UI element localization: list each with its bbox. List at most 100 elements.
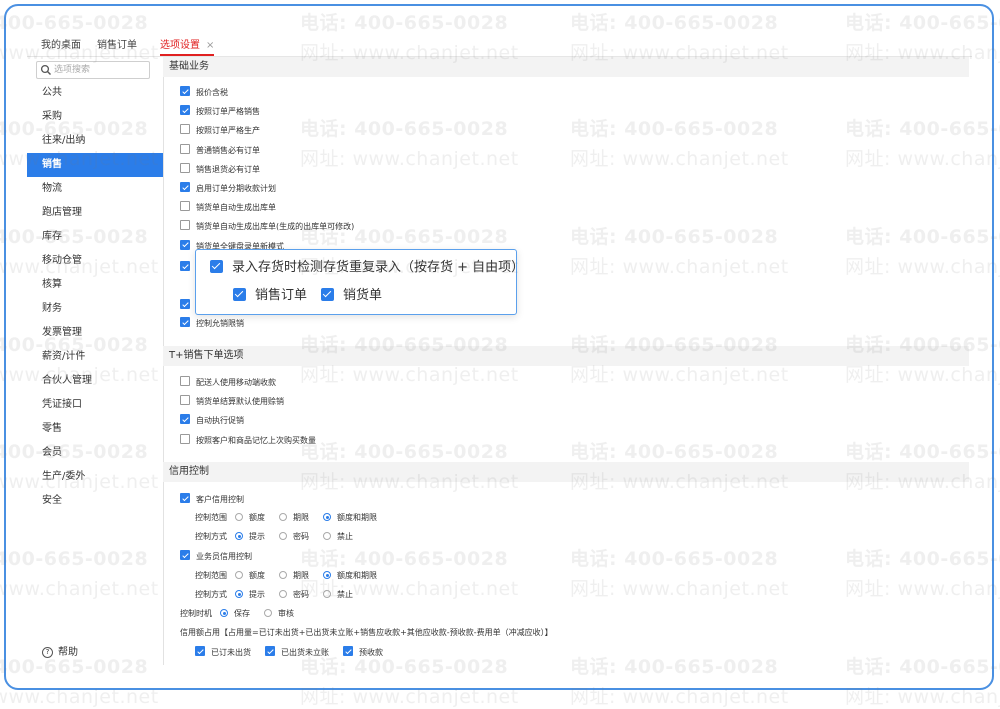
- radio-option[interactable]: 密码: [279, 589, 309, 601]
- sidebar-item[interactable]: 会员: [27, 441, 163, 465]
- radio-option[interactable]: 额度和期限: [323, 512, 377, 524]
- sidebar-item[interactable]: 财务: [27, 297, 163, 321]
- formula-checkbox[interactable]: [195, 646, 205, 656]
- radio-option[interactable]: 期限: [279, 570, 309, 582]
- option-row[interactable]: 配送人使用移动端收款: [180, 376, 276, 389]
- option-checkbox[interactable]: [180, 124, 190, 135]
- tab-my-desktop[interactable]: 我的桌面: [41, 36, 81, 56]
- formula-checkbox[interactable]: [343, 646, 353, 656]
- radio-option[interactable]: 密码: [279, 531, 309, 543]
- radio-button[interactable]: [279, 571, 287, 579]
- option-row[interactable]: 销售退货必有订单: [180, 162, 260, 176]
- option-row[interactable]: 销货单自动生成出库单(生成的出库单可修改): [180, 220, 354, 233]
- option-row[interactable]: 销货单自动生成出库单: [180, 201, 276, 214]
- option-checkbox[interactable]: [180, 182, 190, 192]
- customer-credit-checkbox[interactable]: [180, 493, 190, 503]
- sidebar-item[interactable]: 采购: [27, 105, 163, 129]
- radio-button[interactable]: [279, 513, 287, 521]
- customer-credit-control-option[interactable]: 客户信用控制: [180, 493, 244, 506]
- salesman-credit-control-option[interactable]: 业务员信用控制: [180, 550, 252, 563]
- option-row[interactable]: 按照订单严格生产: [180, 124, 260, 137]
- radio-option[interactable]: 额度: [235, 512, 265, 524]
- sidebar-item[interactable]: 物流: [27, 177, 163, 201]
- radio-option[interactable]: 审核: [264, 608, 294, 620]
- option-row[interactable]: 销货单结算默认使用赊销: [180, 395, 284, 408]
- option-checkbox[interactable]: [180, 162, 190, 173]
- salesman-credit-checkbox[interactable]: [180, 550, 190, 560]
- option-checkbox[interactable]: [180, 220, 190, 231]
- radio-button[interactable]: [235, 513, 243, 521]
- option-checkbox[interactable]: [180, 105, 190, 116]
- sidebar-item[interactable]: 跑店管理: [27, 201, 163, 225]
- tab-option-settings[interactable]: 选项设置 ×: [160, 36, 215, 56]
- option-row[interactable]: 按照订单严格销售: [180, 105, 260, 118]
- option-row[interactable]: 控制允销限销: [180, 317, 244, 330]
- radio-option[interactable]: 禁止: [323, 589, 353, 601]
- sidebar-item[interactable]: 安全: [27, 489, 163, 513]
- sidebar-item[interactable]: 发票管理: [27, 321, 163, 345]
- option-row[interactable]: [180, 261, 196, 274]
- option-checkbox[interactable]: [180, 395, 190, 406]
- radio-option[interactable]: 额度和期限: [323, 570, 377, 582]
- option-checkbox[interactable]: [180, 261, 190, 271]
- option-row[interactable]: 启用订单分期收款计划: [180, 182, 276, 195]
- sidebar-item[interactable]: 薪资/计件: [27, 345, 163, 369]
- option-checkbox[interactable]: [180, 143, 190, 154]
- radio-button[interactable]: [323, 590, 331, 598]
- option-row[interactable]: 自动执行促销: [180, 414, 244, 427]
- radio-button[interactable]: [323, 571, 331, 579]
- formula-checkbox[interactable]: [265, 646, 275, 656]
- formula-option[interactable]: 已出货未立账: [265, 646, 329, 657]
- option-checkbox[interactable]: [180, 201, 190, 212]
- option-row[interactable]: [180, 299, 196, 312]
- radio-button[interactable]: [235, 590, 243, 598]
- popup-sales-invoice-checkbox[interactable]: [321, 288, 334, 301]
- sidebar-item[interactable]: 零售: [27, 417, 163, 441]
- radio-button[interactable]: [264, 609, 272, 617]
- popup-sales-order-checkbox[interactable]: [233, 288, 246, 301]
- option-row[interactable]: 按照客户和商品记忆上次购买数量: [180, 433, 316, 447]
- sidebar-item[interactable]: 生产/委外: [27, 465, 163, 489]
- sidebar-item[interactable]: 核算: [27, 273, 163, 297]
- radio-option[interactable]: 禁止: [323, 531, 353, 543]
- search-input[interactable]: 选项搜索: [36, 61, 150, 79]
- radio-button[interactable]: [235, 571, 243, 579]
- option-checkbox[interactable]: [180, 299, 190, 309]
- sidebar-item[interactable]: 库存: [27, 225, 163, 249]
- radio-option[interactable]: 提示: [235, 589, 265, 601]
- customer-range-radio-group: 控制范围 额度 期限 额度和期限: [195, 512, 391, 524]
- popup-sales-order-option[interactable]: 销售订单: [233, 287, 307, 305]
- sidebar-item[interactable]: 移动仓管: [27, 249, 163, 273]
- option-row[interactable]: 报价含税: [180, 86, 228, 99]
- formula-option[interactable]: 预收款: [343, 646, 383, 657]
- duplicate-check-option[interactable]: 录入存货时检测存货重复录入（按存货 + 自由项）: [210, 259, 524, 277]
- radio-button[interactable]: [323, 532, 331, 540]
- help-link[interactable]: ? 帮助: [42, 645, 78, 661]
- sidebar-item[interactable]: 往来/出纳: [27, 129, 163, 153]
- radio-button[interactable]: [323, 513, 331, 521]
- option-checkbox[interactable]: [180, 317, 190, 327]
- radio-button[interactable]: [235, 532, 243, 540]
- radio-option[interactable]: 提示: [235, 531, 265, 543]
- radio-button[interactable]: [279, 590, 287, 598]
- radio-button[interactable]: [279, 532, 287, 540]
- radio-button[interactable]: [220, 609, 228, 617]
- sidebar-item[interactable]: 销售: [27, 153, 163, 177]
- radio-option[interactable]: 期限: [279, 512, 309, 524]
- option-row[interactable]: 普通销售必有订单: [180, 143, 260, 157]
- radio-option[interactable]: 额度: [235, 570, 265, 582]
- option-checkbox[interactable]: [180, 414, 190, 425]
- radio-option[interactable]: 保存: [220, 608, 250, 620]
- tab-sales-order[interactable]: 销售订单: [97, 36, 137, 56]
- formula-option[interactable]: 已订未出货: [195, 646, 251, 657]
- sidebar-item[interactable]: 凭证接口: [27, 393, 163, 417]
- option-checkbox[interactable]: [180, 86, 190, 96]
- duplicate-check-checkbox[interactable]: [210, 260, 223, 273]
- option-checkbox[interactable]: [180, 376, 190, 386]
- sidebar-item[interactable]: 合伙人管理: [27, 369, 163, 393]
- tab-close-icon[interactable]: ×: [206, 40, 214, 51]
- popup-sales-invoice-option[interactable]: 销货单: [321, 287, 382, 305]
- option-checkbox[interactable]: [180, 433, 190, 444]
- option-checkbox[interactable]: [180, 239, 190, 250]
- sidebar-item[interactable]: 公共: [27, 81, 163, 105]
